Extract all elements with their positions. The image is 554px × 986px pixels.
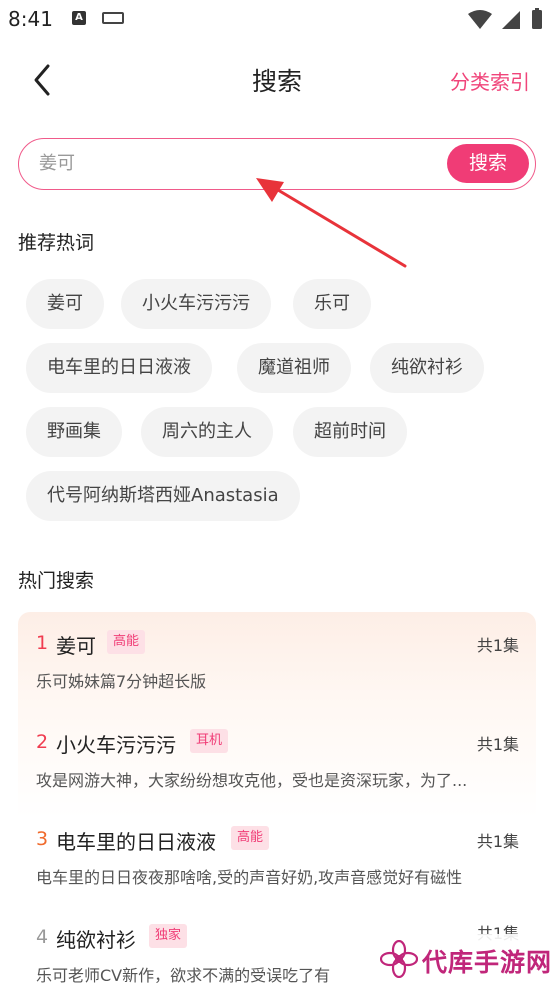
back-arrow-icon	[34, 64, 50, 96]
hot-word-chip[interactable]: 周六的主人	[141, 407, 273, 457]
wifi-icon	[468, 10, 492, 29]
item-tag: 高能	[231, 826, 270, 850]
item-tag: 耳机	[190, 729, 229, 753]
watermark-text: 代库手游网	[422, 948, 553, 977]
hot-word-chip[interactable]: 野画集	[26, 407, 122, 457]
hot-word-chip[interactable]: 代号阿纳斯塔西娅Anastasia	[26, 471, 300, 521]
hot-word-chip[interactable]: 小火车污污污	[121, 279, 271, 329]
hot-word-chip[interactable]: 姜可	[26, 279, 104, 329]
hot-search-title: 热门搜索	[18, 570, 95, 592]
search-box: 搜索	[18, 138, 536, 190]
episode-count: 共1集	[476, 735, 519, 754]
watermark: 代库手游网	[374, 934, 554, 986]
nav-bar: 搜索 分类索引	[0, 48, 554, 110]
status-icons	[468, 8, 542, 29]
back-button[interactable]	[24, 60, 64, 100]
item-title: 姜可	[56, 634, 96, 658]
hot-word-chip[interactable]: 魔道祖师	[237, 343, 351, 393]
item-description: 攻是网游大神，大家纷纷想攻克他，受也是资深玩家，为了...	[36, 771, 468, 790]
hot-search-item[interactable]: 2 小火车污污污 耳机 共1集 攻是网游大神，大家纷纷想攻克他，受也是资深玩家，…	[18, 711, 536, 811]
hot-search-item[interactable]: 3 电车里的日日液液 高能 共1集 电车里的日日夜夜那啥啥,受的声音好奶,攻声音…	[18, 808, 536, 908]
hot-word-chip[interactable]: 超前时间	[293, 407, 407, 457]
item-description: 电车里的日日夜夜那啥啥,受的声音好奶,攻声音感觉好有磁性	[36, 868, 463, 887]
search-input[interactable]	[39, 139, 439, 188]
status-bar: 8:41 A	[0, 0, 554, 38]
flower-logo-icon	[380, 940, 418, 978]
episode-count: 共1集	[476, 636, 519, 655]
category-index-link[interactable]: 分类索引	[450, 66, 530, 95]
rank-number: 3	[36, 828, 49, 850]
rank-number: 1	[36, 632, 49, 654]
battery-icon	[532, 10, 542, 29]
item-title: 电车里的日日液液	[56, 830, 216, 854]
rank-number: 2	[36, 731, 49, 753]
hot-word-chip[interactable]: 电车里的日日液液	[26, 343, 212, 393]
hot-search-item[interactable]: 1 姜可 高能 共1集 乐可姊妹篇7分钟超长版	[18, 612, 536, 712]
hot-search-list: 1 姜可 高能 共1集 乐可姊妹篇7分钟超长版 2 小火车污污污 耳机 共1集 …	[18, 612, 536, 986]
status-time: 8:41	[8, 7, 53, 31]
item-title: 小火车污污污	[56, 733, 176, 757]
a-notification-icon: A	[72, 11, 86, 25]
search-button[interactable]: 搜索	[447, 144, 529, 183]
item-description: 乐可姊妹篇7分钟超长版	[36, 672, 207, 691]
signal-icon	[502, 11, 520, 29]
hot-word-chip[interactable]: 乐可	[293, 279, 371, 329]
item-title: 纯欲衬衫	[56, 928, 136, 952]
keyboard-icon	[102, 12, 124, 24]
item-tag: 高能	[107, 630, 146, 654]
rank-number: 4	[36, 926, 49, 948]
hot-word-chip[interactable]: 纯欲衬衫	[370, 343, 484, 393]
hot-words-title: 推荐热词	[18, 232, 95, 254]
item-tag: 独家	[149, 924, 188, 948]
episode-count: 共1集	[476, 832, 519, 851]
